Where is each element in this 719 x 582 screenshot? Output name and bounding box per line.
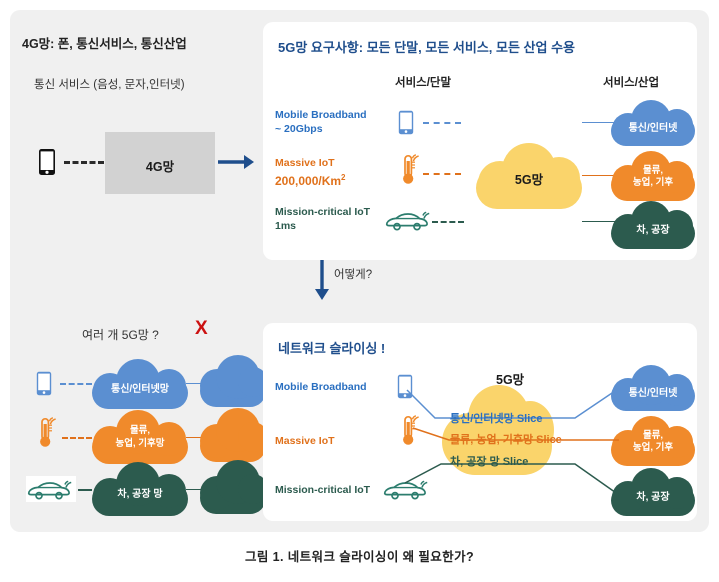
slice-label-telecom: 통신/인터넷망 Slice <box>450 413 543 425</box>
slice-label-logistics: 물류, 농업, 기후망 Slice <box>450 434 562 446</box>
service-name: Massive IoT <box>275 157 335 169</box>
column-header-service-industry: 서비스/산업 <box>603 77 660 89</box>
cloud-telecom-extra <box>200 355 268 407</box>
service-name: Mission-critical IoT <box>275 206 371 218</box>
transition-label: 어떻게? <box>334 269 373 281</box>
service-metric: 200,000/Km2 <box>275 172 346 188</box>
right-arrow-icon <box>216 150 256 174</box>
cloud-5g-center-top: 5G망 <box>476 143 582 209</box>
phone-icon <box>36 371 52 396</box>
connector-sensor-to-logistics-cloud <box>62 437 92 439</box>
down-arrow-icon <box>310 258 334 302</box>
panel-4g-subtitle: 통신 서비스 (음성, 문자,인터넷) <box>34 79 185 91</box>
thermometer-signal-icon <box>394 153 424 187</box>
industry-cloud-logistics: 물류, 농업, 기후 <box>611 151 695 201</box>
service-name: Mobile Broadband <box>275 109 367 121</box>
thermometer-signal-icon <box>31 416 61 450</box>
cloud-factory-extra <box>200 460 268 514</box>
column-header-service-device: 서비스/단말 <box>395 77 452 89</box>
service-label-massive-iot: Massive IoT 200,000/Km2 <box>275 157 346 188</box>
panel-4g-title: 4G망: 폰, 통신서비스, 통신산업 <box>22 37 187 51</box>
panel-5g-requirements-title: 5G망 요구사항: 모든 단말, 모든 서비스, 모든 산업 수용 <box>278 40 575 55</box>
cloud-5g-center-bottom-label: 5G망 <box>496 373 525 387</box>
slice-label-factory: 차, 공장 망 Slice <box>450 456 529 468</box>
service-label-mobile-broadband: Mobile Broadband ~ 20Gbps <box>275 109 367 136</box>
car-signal-icon <box>26 476 76 502</box>
industry-cloud-telecom: 통신/인터넷 <box>611 100 695 146</box>
cloud-4g: 4G망 <box>105 132 215 194</box>
cloud-telecom-network: 통신/인터넷망 <box>92 359 188 409</box>
phone-icon <box>398 110 414 135</box>
service-label-mission-critical-iot: Mission-critical IoT 1ms <box>275 206 370 233</box>
connector-phone-to-telecom-cloud <box>60 383 92 385</box>
connector-mciot-to-5g <box>432 221 464 223</box>
car-signal-icon <box>384 207 434 233</box>
industry-cloud-factory: 차, 공장 <box>611 201 695 249</box>
multi-5g-question: 여러 개 5G망 ? <box>82 328 159 342</box>
connector-phone-to-4g-cloud <box>64 161 104 164</box>
phone-icon <box>38 148 56 176</box>
figure-caption: 그림 1. 네트워크 슬라이싱이 왜 필요한가? <box>244 550 475 564</box>
figure-canvas: 4G망: 폰, 통신서비스, 통신산업 통신 서비스 (음성, 문자,인터넷) … <box>10 10 709 532</box>
connector-mbb-to-5g <box>423 122 461 124</box>
cloud-factory-network: 차, 공장 망 <box>92 462 188 516</box>
service-metric: 1ms <box>275 219 297 232</box>
service-metric: ~ 20Gbps <box>275 122 323 135</box>
connector-miot-to-5g <box>423 173 461 175</box>
multi-5g-reject-mark: X <box>195 318 208 339</box>
cloud-logistics-extra <box>200 408 268 462</box>
cloud-logistics-network: 물류, 농업, 기후망 <box>92 410 188 464</box>
connector-car-to-factory-cloud <box>78 489 92 491</box>
